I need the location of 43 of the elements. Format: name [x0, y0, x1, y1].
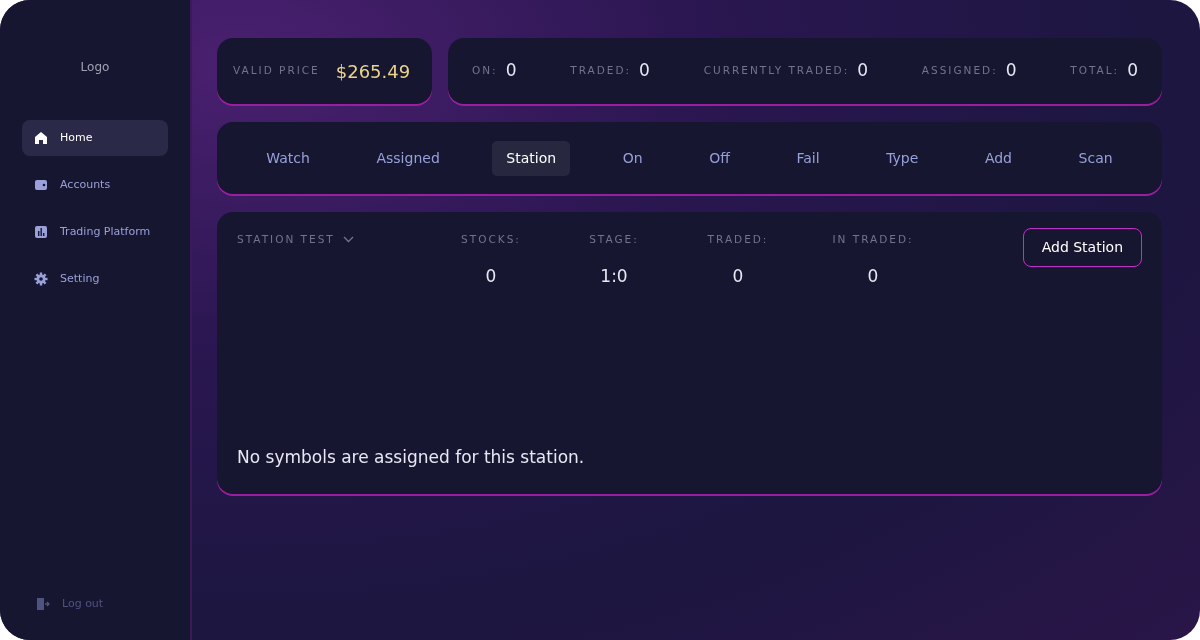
tab[interactable]: Assigned: [362, 140, 454, 176]
stat-label: ON:: [472, 63, 498, 79]
column-label: STOCKS:: [461, 232, 521, 247]
stat-label: CURRENTLY TRADED:: [703, 63, 850, 79]
stat-value: 0: [639, 59, 650, 83]
stat-value: 0: [505, 59, 517, 83]
tab[interactable]: Add: [970, 140, 1026, 176]
logo: Logo: [79, 59, 111, 76]
tab[interactable]: Station: [492, 140, 571, 176]
price-value: $265.49: [335, 59, 411, 84]
settings-icon: [34, 272, 48, 286]
add-station-button[interactable]: Add Station: [1022, 228, 1142, 267]
sidebar-item[interactable]: Accounts: [22, 167, 168, 203]
station-dropdown[interactable]: STATION TEST: [237, 232, 427, 248]
stat-value: 0: [1005, 59, 1017, 83]
chart-icon: [34, 225, 48, 239]
stat-label: ASSIGNED:: [921, 63, 998, 79]
column-value: 1:0: [600, 264, 628, 288]
price-label: VALID PRICE: [233, 63, 320, 79]
sidebar-item[interactable]: Home: [22, 120, 168, 156]
sidebar-item[interactable]: Trading Platform: [22, 214, 168, 250]
tab[interactable]: Fail: [782, 140, 834, 176]
tab[interactable]: Scan: [1064, 140, 1127, 176]
column-label: STAGE:: [589, 232, 639, 247]
tab[interactable]: On: [608, 140, 657, 176]
column-value: 0: [732, 264, 744, 288]
stat-value: 0: [1127, 59, 1138, 83]
wallet-icon: [34, 178, 48, 192]
tab[interactable]: Off: [695, 140, 744, 176]
column-value: 0: [867, 264, 879, 288]
empty-message: No symbols are assigned for this station.: [237, 445, 586, 469]
column-value: 0: [485, 264, 497, 288]
tab[interactable]: Watch: [252, 140, 324, 176]
home-icon: [34, 131, 48, 145]
stat-label: TRADED:: [570, 63, 632, 79]
column-label: TRADED:: [707, 232, 769, 247]
column-label: IN TRADED:: [832, 232, 914, 247]
sidebar-item[interactable]: Setting: [22, 261, 168, 297]
stat-value: 0: [857, 59, 869, 83]
stat-label: TOTAL:: [1070, 63, 1120, 79]
logout-icon: [36, 596, 50, 611]
tab[interactable]: Type: [872, 140, 933, 176]
chevron-down-icon: [342, 236, 354, 244]
